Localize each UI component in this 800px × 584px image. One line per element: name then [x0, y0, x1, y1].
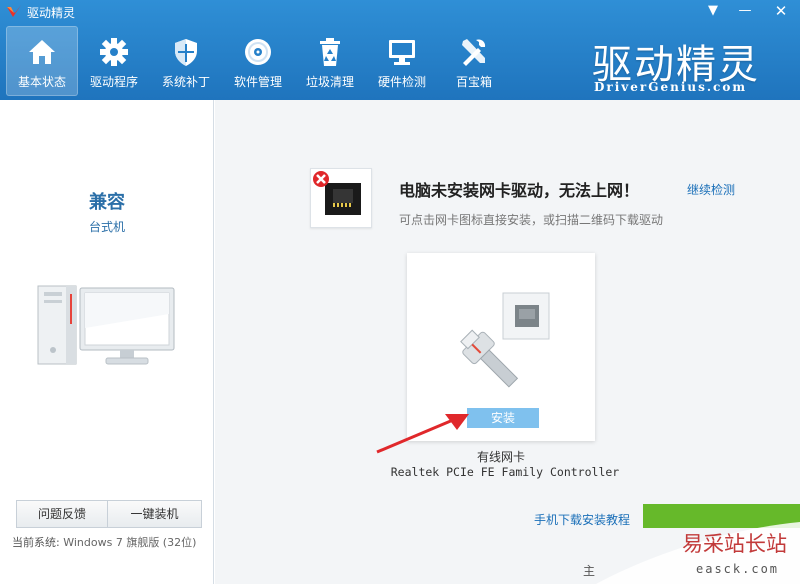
network-error-icon: [310, 168, 372, 228]
compat-title: 兼容: [89, 192, 125, 213]
tab-label: 基本状态: [17, 75, 66, 89]
tab-label: 软件管理: [233, 75, 282, 89]
current-system: 当前系统: Windows 7 旗舰版 (32位): [12, 534, 196, 550]
current-system-value: Windows 7 旗舰版 (32位): [63, 536, 197, 549]
desktop-computer-icon: [37, 285, 175, 365]
app-header: 驱动精灵 ▼ — ✕ 基本状态 驱动程序 系统补丁 软件管理 垃圾清理 硬件检测…: [0, 0, 800, 100]
tab-toolbox[interactable]: 百宝箱: [438, 26, 510, 96]
tab-basic-status[interactable]: 基本状态: [6, 26, 78, 96]
window-title: 驱动精灵: [27, 6, 76, 20]
shield-icon: [175, 39, 197, 66]
feedback-button[interactable]: 问题反馈: [16, 500, 108, 528]
app-logo-icon: [7, 5, 21, 17]
tab-hardware-detection[interactable]: 硬件检测: [366, 26, 438, 96]
main-panel: 电脑未安装网卡驱动，无法上网！ 继续检测 可点击网卡图标直接安装，或扫描二维码下…: [215, 100, 800, 584]
machine-type: 台式机: [88, 220, 125, 234]
warning-title: 电脑未安装网卡驱动，无法上网！: [399, 181, 640, 200]
title-bar: 驱动精灵 ▼ — ✕: [0, 0, 800, 24]
tab-junk-cleanup[interactable]: 垃圾清理: [294, 26, 366, 96]
tab-drivers[interactable]: 驱动程序: [78, 26, 150, 96]
menu-dropdown-button[interactable]: ▼: [702, 2, 724, 20]
tab-label: 系统补丁: [161, 75, 210, 89]
tab-label: 垃圾清理: [305, 75, 354, 89]
device-model: Realtek PCIe FE Family Controller: [390, 465, 620, 479]
watermark-cn: 易采站长站: [682, 532, 787, 556]
brand-logo: 驱动精灵 DriverGenius.com: [592, 32, 768, 94]
current-system-label: 当前系统:: [12, 536, 60, 549]
continue-detect-link[interactable]: 继续检测: [687, 181, 735, 198]
minimize-button[interactable]: —: [734, 2, 756, 20]
left-panel: 兼容 台式机 问题反馈 一键装机 当前系统: Windows 7 旗舰版 (32…: [0, 100, 214, 584]
warning-hint: 可点击网卡图标直接安装，或扫描二维码下载驱动: [399, 213, 664, 227]
watermark-en: easck.com: [696, 562, 780, 576]
one-click-install-button[interactable]: 一键装机: [108, 500, 202, 528]
ethernet-port-icon: [313, 171, 361, 215]
recycle-bin-icon: [320, 38, 340, 66]
home-icon: [29, 40, 55, 64]
brand-url: DriverGenius.com: [594, 80, 748, 94]
tab-software-management[interactable]: 软件管理: [222, 26, 294, 96]
tab-label: 硬件检测: [377, 75, 426, 89]
gear-icon: [100, 38, 128, 66]
monitor-icon: [389, 40, 415, 65]
site-watermark: 易采站长站 easck.com: [596, 522, 800, 584]
install-button[interactable]: 安装: [467, 408, 539, 428]
ethernet-cable-icon: [460, 292, 550, 388]
tab-system-patches[interactable]: 系统补丁: [150, 26, 222, 96]
tools-icon: [462, 39, 486, 66]
close-button[interactable]: ✕: [770, 2, 792, 20]
status-text: 主: [583, 564, 596, 578]
tab-label: 驱动程序: [89, 75, 138, 89]
main-toolbar: 基本状态 驱动程序 系统补丁 软件管理 垃圾清理 硬件检测 百宝箱: [6, 26, 510, 96]
disc-icon: [245, 39, 271, 65]
red-arrow-icon: [376, 414, 469, 454]
tab-label: 百宝箱: [455, 75, 492, 89]
